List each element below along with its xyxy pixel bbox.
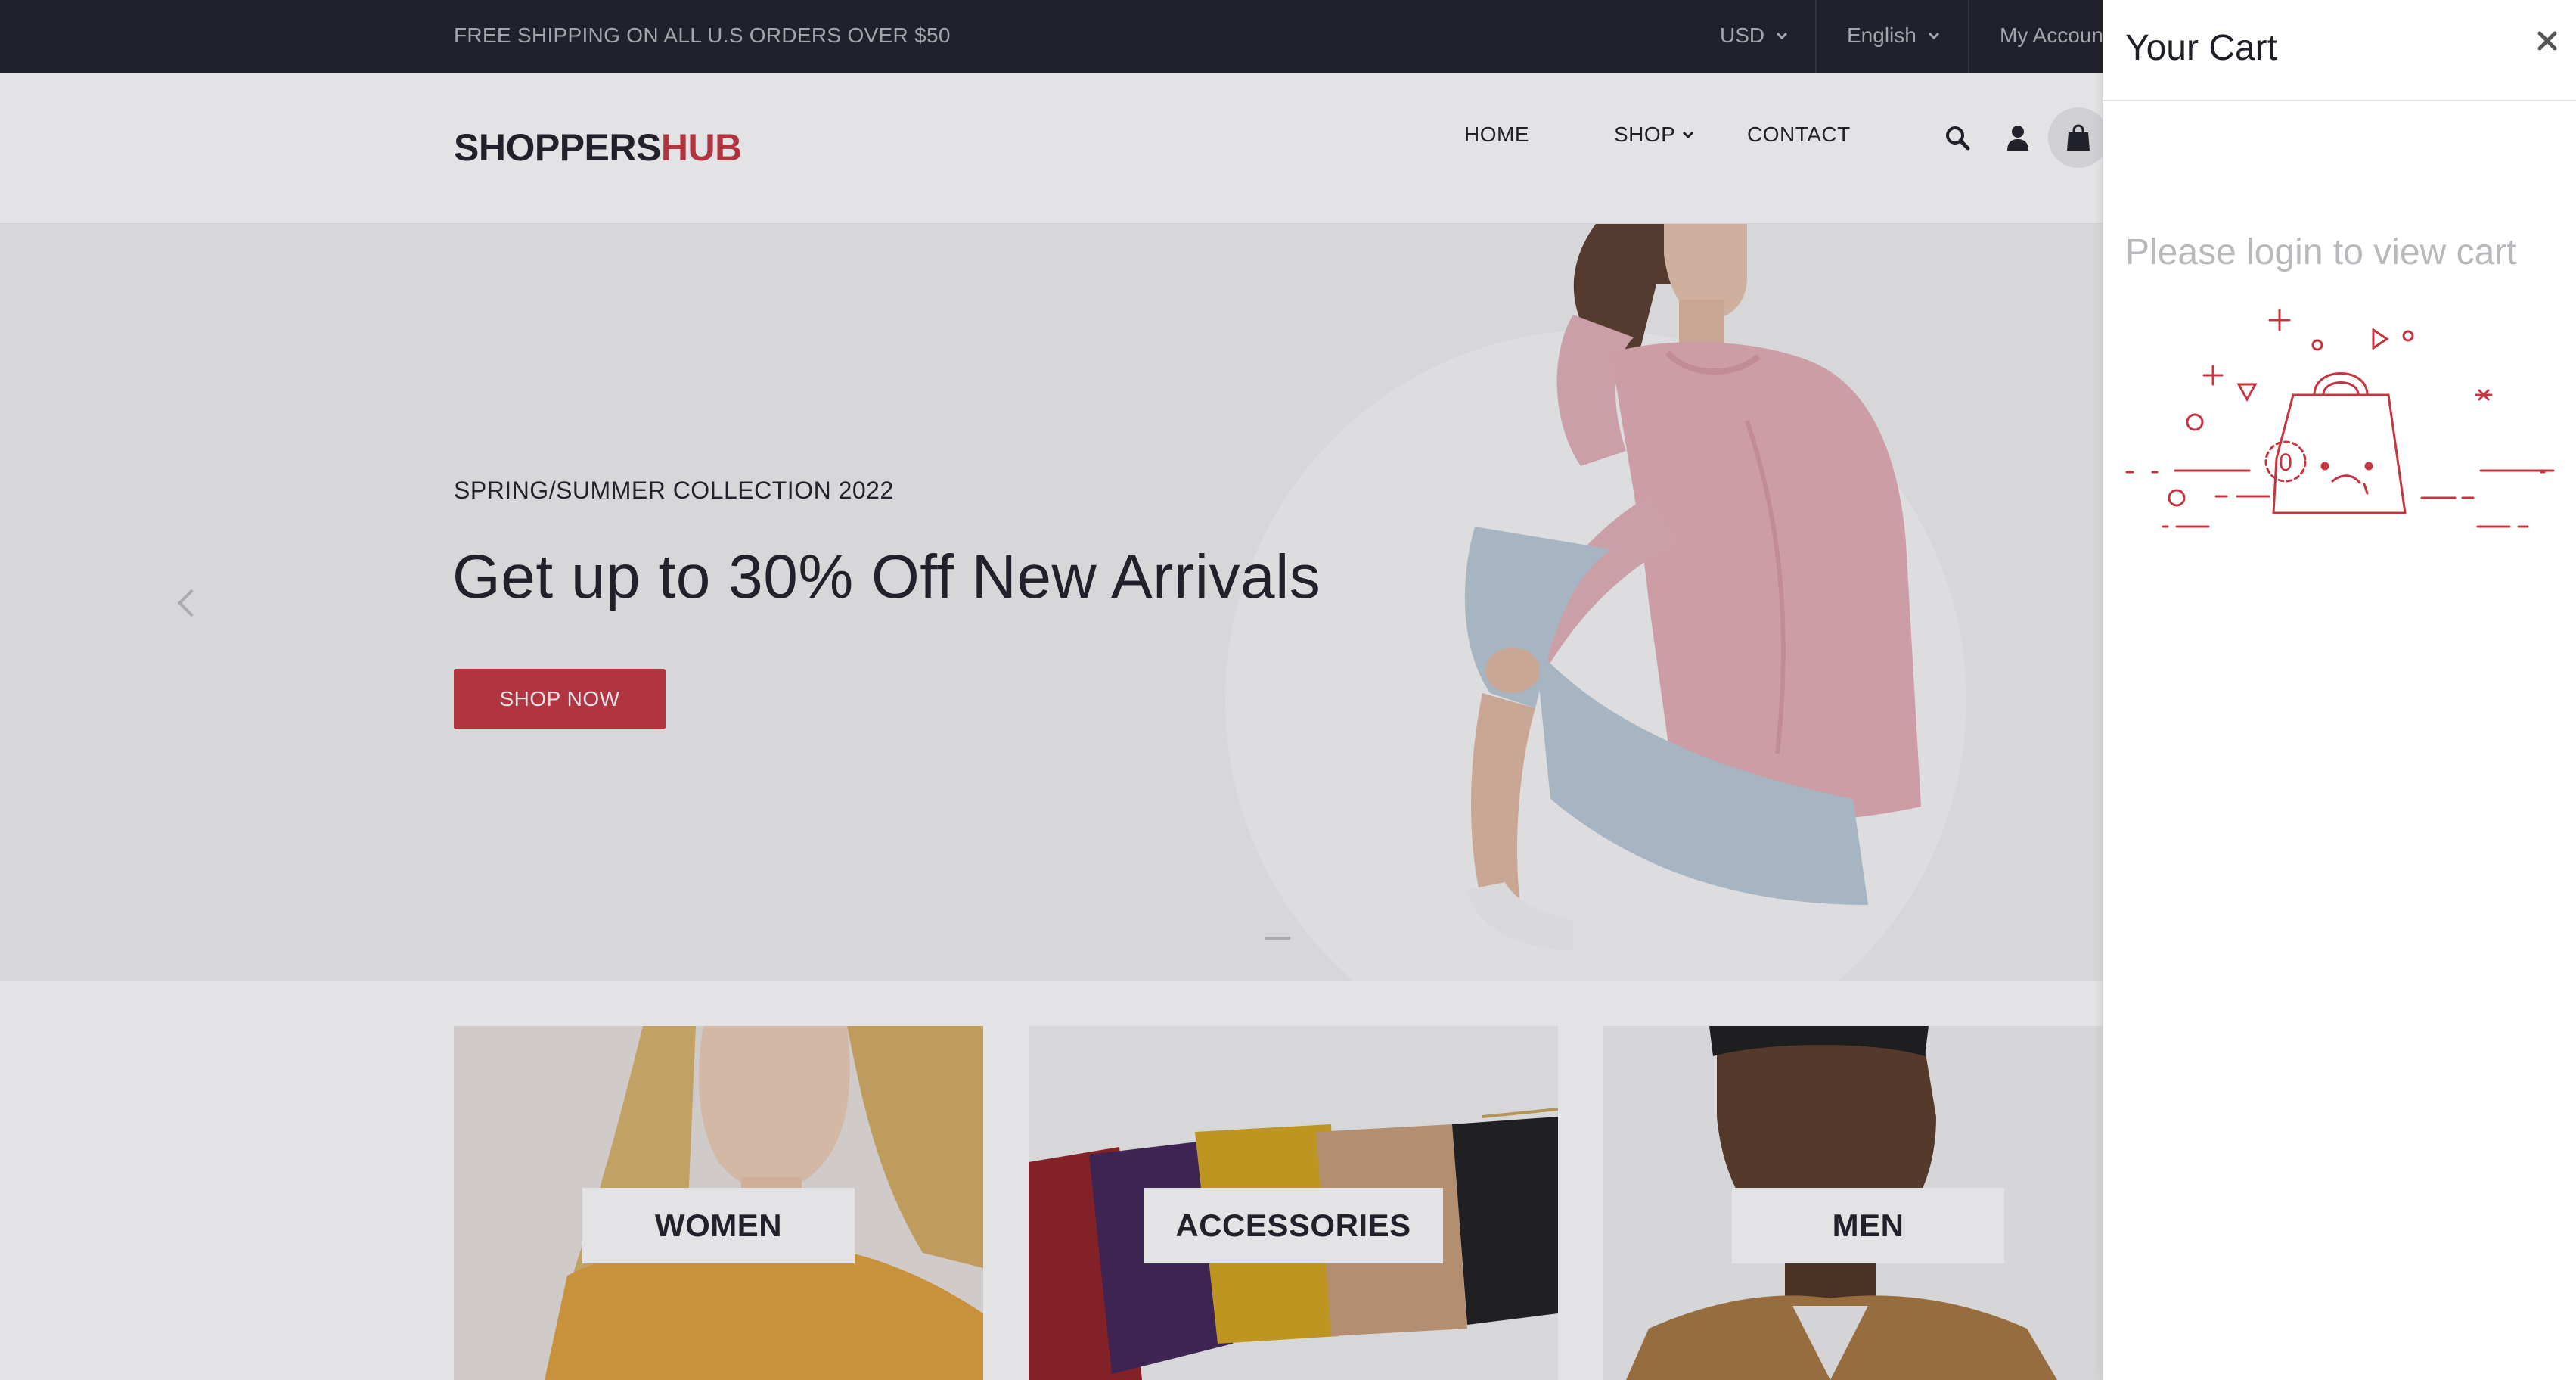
empty-cart-illustration: 0 bbox=[2125, 309, 2555, 528]
close-icon[interactable] bbox=[2532, 26, 2562, 56]
page-overlay[interactable] bbox=[0, 0, 2103, 1380]
login-to-view-cart-message: Please login to view cart bbox=[2125, 232, 2517, 272]
cart-drawer-header: Your Cart bbox=[2103, 0, 2576, 101]
cart-drawer: Your Cart Please login to view cart 0 bbox=[2103, 0, 2576, 1380]
cart-title: Your Cart bbox=[2125, 28, 2277, 68]
cart-count: 0 bbox=[2279, 449, 2292, 476]
